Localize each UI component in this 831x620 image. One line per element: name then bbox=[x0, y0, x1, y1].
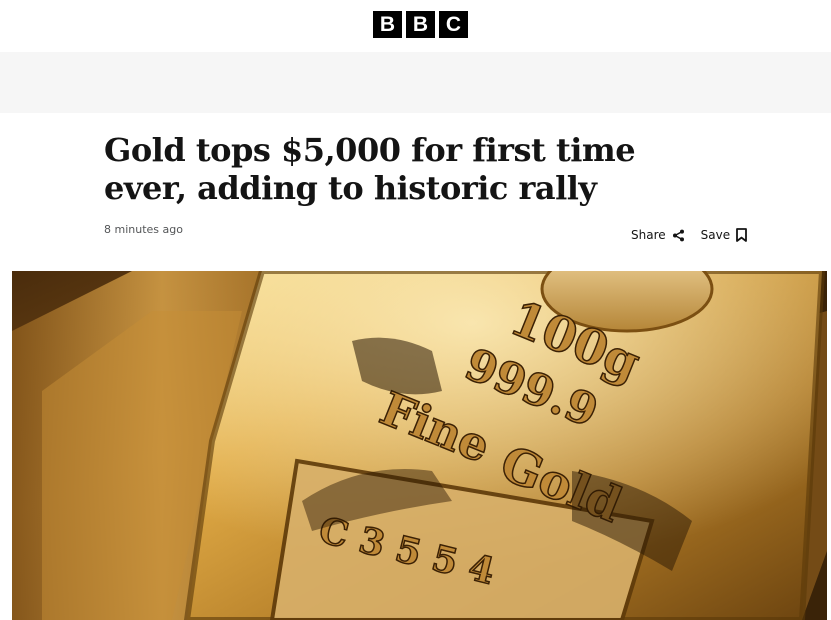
navigation-band bbox=[0, 52, 831, 113]
save-label: Save bbox=[700, 228, 731, 242]
article-timestamp: 8 minutes ago bbox=[104, 223, 183, 236]
article-actions: Share Save bbox=[631, 228, 748, 242]
share-button[interactable]: Share bbox=[631, 228, 685, 242]
share-icon bbox=[672, 229, 684, 241]
bbc-logo-block: B bbox=[406, 11, 435, 38]
gold-bars-photo: 100g 999.9 Fine Gold C 3 5 5 4 bbox=[12, 271, 827, 620]
bbc-logo[interactable]: B B C bbox=[373, 11, 468, 38]
bbc-logo-block: B bbox=[373, 11, 402, 38]
bookmark-icon bbox=[736, 228, 748, 242]
save-button[interactable]: Save bbox=[700, 228, 748, 242]
hero-image: 100g 999.9 Fine Gold C 3 5 5 4 bbox=[12, 271, 827, 620]
share-label: Share bbox=[631, 228, 666, 242]
bbc-logo-block: C bbox=[439, 11, 468, 38]
article-headline: Gold tops $5,000 for first time ever, ad… bbox=[104, 131, 636, 207]
top-navigation-bar: B B C bbox=[0, 0, 831, 53]
